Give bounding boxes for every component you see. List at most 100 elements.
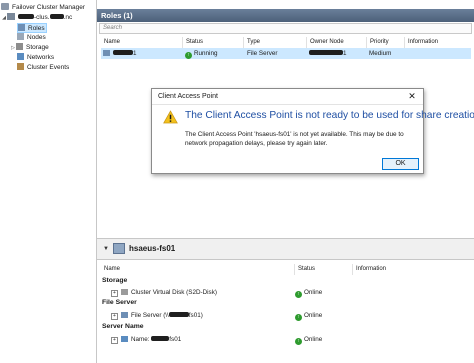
online-status-icon: ↑ bbox=[295, 338, 302, 345]
tree-item-cluster-events[interactable]: Cluster Events bbox=[17, 63, 69, 73]
item-name-prefix: Name: bbox=[131, 336, 152, 343]
item-status-cell: ↑ Online bbox=[295, 334, 322, 345]
item-status-cell: ↑ Online bbox=[295, 310, 322, 321]
list-item[interactable]: + File Server (\\ fs01) bbox=[111, 310, 203, 321]
storage-icon bbox=[16, 43, 23, 50]
detail-pane-title: hsaeus-fs01 bbox=[129, 244, 176, 253]
cluster-label-part: -clus. bbox=[34, 14, 50, 21]
expand-icon[interactable]: + bbox=[111, 337, 118, 344]
role-name-cell: 1 bbox=[103, 48, 137, 59]
file-server-role-icon bbox=[103, 50, 110, 56]
column-label: Name bbox=[104, 266, 121, 272]
cluster-icon bbox=[7, 13, 15, 20]
online-status-icon: ↑ bbox=[295, 314, 302, 321]
redacted-text bbox=[151, 336, 170, 341]
role-type: File Server bbox=[247, 50, 278, 57]
column-label: Owner Node bbox=[310, 39, 344, 45]
column-header-name[interactable]: Name bbox=[101, 264, 295, 275]
role-type-cell: File Server bbox=[247, 48, 277, 59]
cluster-manager-icon bbox=[1, 3, 9, 10]
column-header-owner-node[interactable]: Owner Node bbox=[307, 37, 367, 48]
client-access-point-dialog: Client Access Point ✕ The Client Access … bbox=[151, 88, 474, 174]
tree-item-label: Networks bbox=[27, 54, 55, 61]
column-label: Information bbox=[356, 266, 387, 272]
file-server-icon bbox=[113, 243, 125, 254]
close-icon[interactable]: ✕ bbox=[407, 91, 417, 102]
tree-item-label: Nodes bbox=[27, 34, 46, 41]
tree-item-label: Cluster Events bbox=[27, 64, 70, 71]
table-row[interactable]: 1 ↑ Running File Server 1 Medium bbox=[101, 48, 471, 59]
column-label: Information bbox=[408, 39, 439, 45]
title-divider bbox=[152, 104, 423, 105]
item-status: Online bbox=[304, 289, 323, 296]
item-status: Online bbox=[304, 312, 323, 319]
navigation-tree: Failover Cluster Manager ◢ -clus. .nc Role… bbox=[0, 0, 97, 363]
role-priority-cell: Medium bbox=[369, 48, 391, 59]
group-label: File Server bbox=[102, 299, 137, 306]
column-header-information[interactable]: Information bbox=[405, 37, 473, 48]
column-header-information[interactable]: Information bbox=[353, 264, 471, 275]
redacted-text bbox=[309, 50, 343, 55]
warning-icon bbox=[163, 110, 178, 124]
group-storage: Storage bbox=[102, 277, 127, 284]
tree-item-nodes[interactable]: Nodes bbox=[17, 33, 46, 43]
tree-item-networks[interactable]: Networks bbox=[17, 53, 54, 63]
tree-root-failover-cluster-manager[interactable]: Failover Cluster Manager bbox=[1, 3, 85, 13]
role-status: Running bbox=[194, 50, 218, 57]
redacted-text bbox=[113, 50, 133, 55]
tree-item-label: Roles bbox=[28, 25, 45, 32]
network-name-icon bbox=[121, 336, 128, 342]
column-header-priority[interactable]: Priority bbox=[367, 37, 405, 48]
networks-icon bbox=[17, 53, 24, 60]
role-owner-cell: 1 bbox=[309, 48, 347, 59]
running-status-icon: ↑ bbox=[185, 52, 192, 59]
redacted-text bbox=[168, 312, 189, 317]
dialog-heading: The Client Access Point is not ready to … bbox=[185, 110, 474, 121]
redacted-text bbox=[18, 14, 34, 19]
column-label: Status bbox=[298, 266, 316, 272]
expand-icon[interactable]: + bbox=[111, 290, 118, 297]
detail-pane-header: ▼ hsaeus-fs01 bbox=[97, 238, 474, 260]
dialog-title: Client Access Point bbox=[158, 93, 218, 100]
expand-icon[interactable]: + bbox=[111, 313, 118, 320]
column-label: Name bbox=[104, 39, 121, 45]
item-name-prefix: File Server (\\ bbox=[131, 312, 169, 319]
item-status: Online bbox=[304, 336, 323, 343]
tree-root-label: Failover Cluster Manager bbox=[12, 4, 85, 11]
search-placeholder: Search bbox=[103, 25, 123, 31]
roles-search-input[interactable]: Search bbox=[99, 23, 472, 34]
ok-button[interactable]: OK bbox=[382, 158, 419, 170]
column-label: Type bbox=[247, 39, 261, 45]
item-name: Cluster Virtual Disk (S2D-Disk) bbox=[131, 289, 217, 296]
column-header-name[interactable]: Name bbox=[101, 37, 183, 48]
role-status-cell: ↑ Running bbox=[185, 48, 217, 59]
item-status-cell: ↑ Online bbox=[295, 287, 322, 298]
column-header-status[interactable]: Status bbox=[183, 37, 244, 48]
tree-item-storage[interactable]: ▷ Storage bbox=[10, 43, 49, 53]
collapse-chevron-icon[interactable]: ▼ bbox=[103, 246, 109, 252]
tree-item-label: Storage bbox=[26, 44, 49, 51]
group-file-server: File Server bbox=[102, 299, 137, 306]
role-owner-suffix: 1 bbox=[343, 50, 347, 57]
item-name-suffix: fs01 bbox=[169, 336, 182, 343]
role-priority: Medium bbox=[369, 50, 392, 57]
online-status-icon: ↑ bbox=[295, 291, 302, 298]
list-item[interactable]: + Cluster Virtual Disk (S2D-Disk) bbox=[111, 287, 217, 298]
group-label: Server Name bbox=[102, 323, 144, 330]
column-label: Status bbox=[186, 39, 204, 45]
item-name-suffix: fs01) bbox=[188, 312, 203, 319]
disk-icon bbox=[121, 289, 128, 295]
roles-icon bbox=[18, 24, 25, 31]
list-item[interactable]: + Name: fs01 bbox=[111, 334, 181, 345]
roles-pane-title: Roles (1) bbox=[101, 11, 133, 20]
tree-cluster-node[interactable]: ◢ -clus. .nc bbox=[1, 13, 96, 23]
tree-item-roles[interactable]: Roles bbox=[17, 23, 47, 33]
column-header-status[interactable]: Status bbox=[295, 264, 353, 275]
content-area: Roles (1) Search Name Status Type Owner … bbox=[97, 0, 474, 363]
share-icon bbox=[121, 312, 128, 318]
column-header-type[interactable]: Type bbox=[244, 37, 307, 48]
cluster-events-icon bbox=[17, 63, 24, 70]
role-name-suffix: 1 bbox=[133, 50, 137, 57]
group-server-name: Server Name bbox=[102, 323, 144, 330]
roles-pane-header: Roles (1) bbox=[97, 9, 474, 22]
